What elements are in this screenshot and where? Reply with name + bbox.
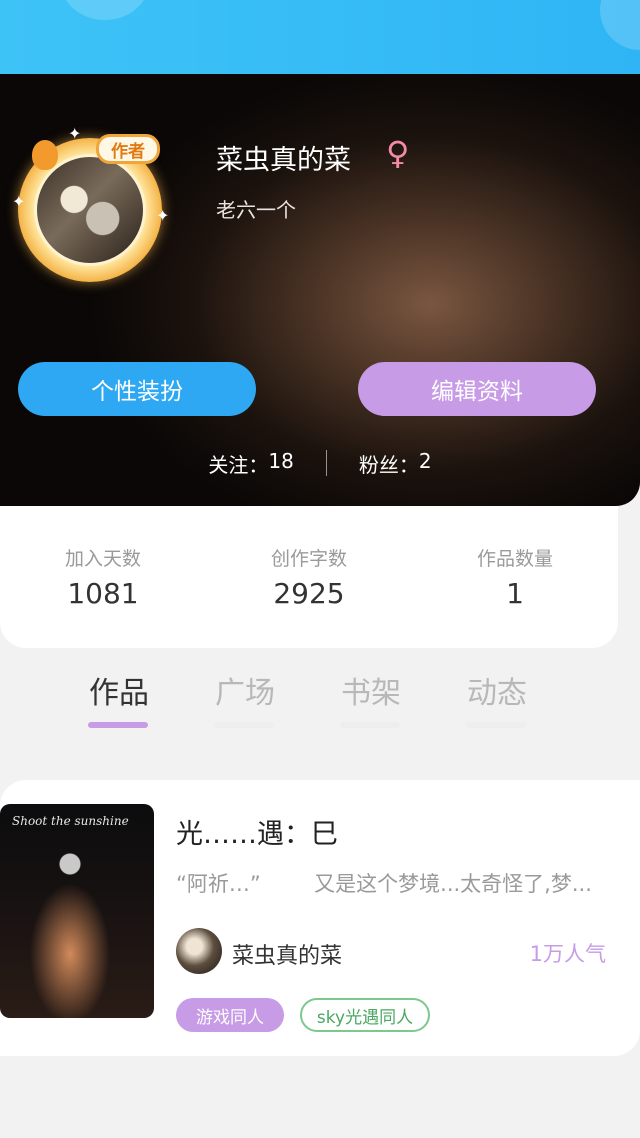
following-value: 18 [268,448,294,473]
tab-indicator [340,722,400,728]
following-label: 关注： [208,452,269,477]
book-cover[interactable]: Shoot the sunshine [0,804,154,1018]
stats-card: 加入天数 1081 创作字数 2925 作品数量 1 [0,506,618,648]
tab-indicator [214,722,274,728]
username: 菜虫真的菜 [216,145,351,176]
fans-label: 粉丝： [358,452,419,477]
tab-label: 作品 [89,676,149,711]
stat-label: 加入天数 [64,548,141,570]
author-name[interactable]: 菜虫真的菜 [232,938,342,970]
dress-up-button[interactable]: 个性装扮 [18,362,256,416]
book-excerpt: “阿祈…” 又是这个梦境...太奇怪了,梦... [176,872,592,896]
stat-value: 1081 [67,577,139,610]
work-card[interactable]: Shoot the sunshine 光……遇：巳 “阿祈…” 又是这个梦境..… [0,780,640,1056]
avatar[interactable]: 作者 ✦ ✦ ✦ [10,122,170,282]
fans-count[interactable]: 粉丝： 2 [359,449,432,478]
user-bio: 老六一个 [216,198,296,222]
edit-profile-button[interactable]: 编辑资料 [358,362,596,416]
profile-hero: 作者 ✦ ✦ ✦ 菜虫真的菜 ♀ 老六一个 个性装扮 编辑资料 关注： 18 粉… [0,74,640,506]
avatar-image [34,154,146,266]
tab-indicator [88,722,148,728]
author-badge: 作者 [96,134,160,164]
tag-sky-fanfic[interactable]: sky光遇同人 [300,998,430,1032]
content-tabs: 作品 广场 书架 动态 [56,668,576,738]
tab-label: 广场 [215,676,275,711]
stat-label: 创作字数 [270,548,347,570]
sparkle-icon: ✦ [68,124,82,143]
following-count[interactable]: 关注： 18 [208,449,293,478]
sparkle-icon: ✦ [12,192,26,211]
cover-title: Shoot the sunshine [12,814,129,828]
sparkle-icon: ✦ [156,206,170,225]
decor-bubble [600,0,640,50]
stat-word-count: 创作字数 2925 [206,506,412,648]
popularity-count: 1万人气 [529,942,606,966]
tab-label: 动态 [467,676,527,711]
stat-label: 作品数量 [476,548,553,570]
follow-stats: 关注： 18 粉丝： 2 [0,448,640,478]
tab-indicator [466,722,526,728]
tab-label: 书架 [341,676,401,711]
tag-game-fanfic[interactable]: 游戏同人 [176,998,284,1032]
female-icon: ♀ [386,134,410,172]
tab-activity[interactable]: 动态 [434,668,560,738]
tab-bookshelf[interactable]: 书架 [308,668,434,738]
fans-value: 2 [418,448,432,473]
stat-value: 1 [506,577,524,610]
balloon-icon [32,140,58,170]
stat-join-days: 加入天数 1081 [0,506,206,648]
tab-works[interactable]: 作品 [56,668,182,738]
book-title[interactable]: 光……遇：巳 [176,812,338,851]
top-header-bar [0,0,640,74]
decor-bubble [60,0,150,20]
author-avatar[interactable] [176,928,222,974]
stat-works-count: 作品数量 1 [412,506,618,648]
tab-plaza[interactable]: 广场 [182,668,308,738]
divider [325,450,327,476]
stat-value: 2925 [273,577,345,610]
